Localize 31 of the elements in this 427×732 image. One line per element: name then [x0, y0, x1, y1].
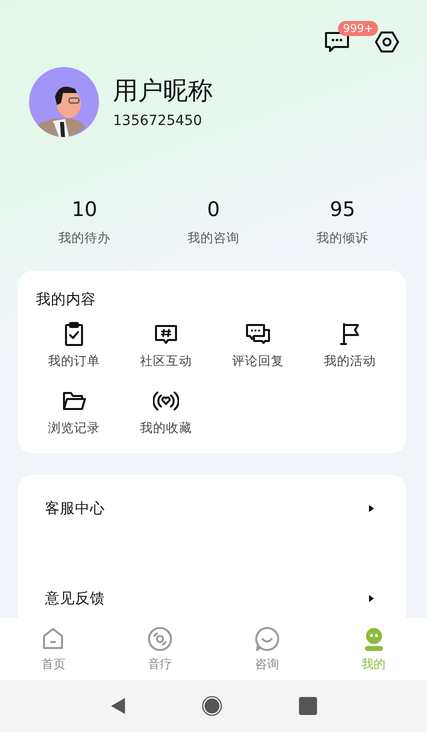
- menu-item-label[interactable]: 我的订单: [48, 353, 100, 370]
- unread-count-badge: 999+: [338, 21, 378, 36]
- disc-icon[interactable]: [147, 626, 174, 652]
- stat-count[interactable]: 10: [72, 197, 98, 221]
- avatar[interactable]: [29, 67, 99, 137]
- tab[interactable]: 咨询: [214, 618, 320, 680]
- menu-item-label[interactable]: 我的收藏: [140, 420, 192, 437]
- menu-item-label[interactable]: 社区互动: [140, 353, 192, 370]
- stat-label[interactable]: 我的倾诉: [316, 230, 368, 247]
- home-icon[interactable]: [202, 696, 222, 716]
- list-item-label[interactable]: 意见反馈: [45, 588, 105, 608]
- tab[interactable]: 首页: [0, 618, 107, 680]
- chat-bubbles-icon[interactable]: [245, 321, 271, 347]
- stat-label[interactable]: 我的待办: [58, 230, 110, 247]
- phone-number: 1356725450: [113, 113, 204, 129]
- smile-bubble-icon[interactable]: [254, 626, 280, 652]
- menu-item-label[interactable]: 浏览记录: [48, 420, 100, 437]
- recents-icon[interactable]: [298, 697, 317, 715]
- stat-label[interactable]: 我的咨询: [188, 230, 240, 247]
- list-item-label[interactable]: 客服中心: [45, 498, 105, 518]
- tab[interactable]: 音疗: [106, 618, 214, 680]
- menu-item-label[interactable]: 我的活动: [324, 353, 376, 370]
- back-icon[interactable]: [110, 697, 126, 715]
- section-title: 我的内容: [35, 290, 97, 309]
- stat-count[interactable]: 95: [330, 197, 356, 221]
- arrow-icon[interactable]: [369, 594, 374, 602]
- menu-item-label[interactable]: 评论回复: [232, 353, 284, 370]
- arrow-icon[interactable]: [369, 504, 374, 512]
- settings-icon[interactable]: [374, 30, 400, 54]
- user-nickname: 用户昵称: [113, 75, 213, 107]
- stat-count[interactable]: 0: [207, 197, 220, 221]
